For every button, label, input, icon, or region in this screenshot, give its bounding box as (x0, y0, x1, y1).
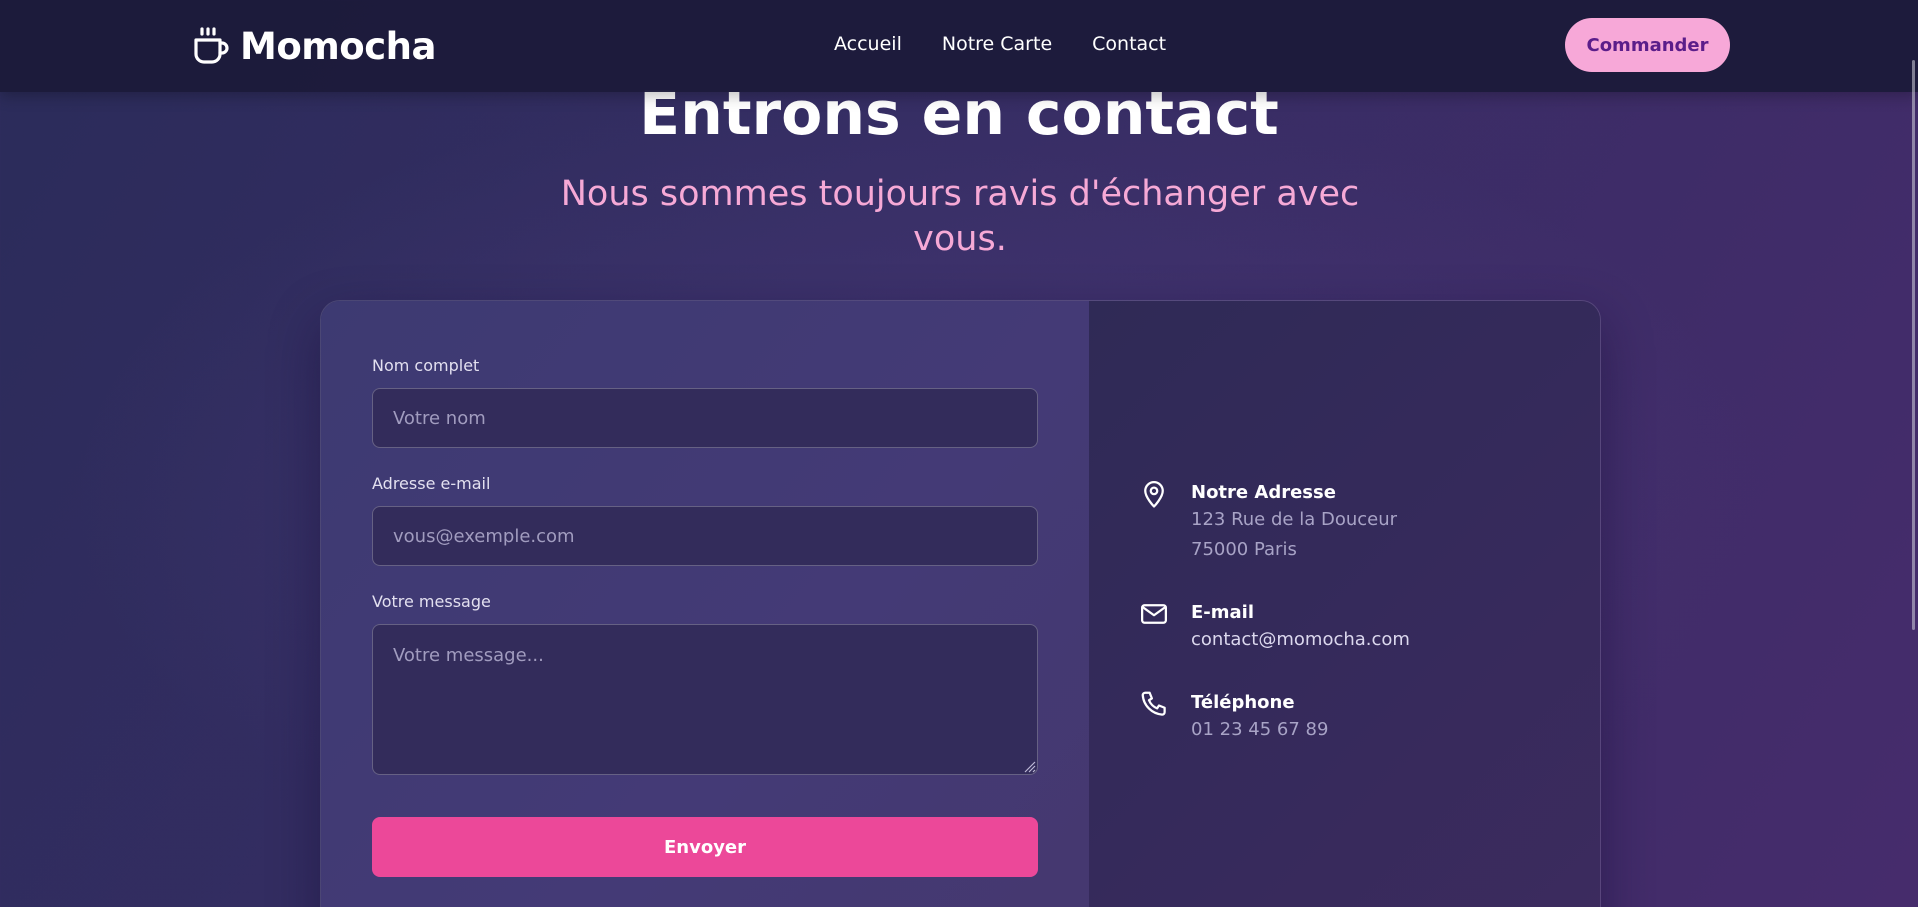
name-label: Nom complet (372, 356, 480, 375)
resize-handle-icon[interactable] (1024, 761, 1036, 773)
scrollbar[interactable] (1912, 60, 1915, 630)
submit-button[interactable]: Envoyer (372, 817, 1038, 877)
mail-icon (1141, 604, 1167, 624)
contact-form: Nom complet Adresse e-mail Votre message… (321, 301, 1089, 907)
address-line-2: 75000 Paris (1191, 539, 1297, 560)
name-input[interactable] (372, 388, 1038, 448)
nav-link-notre-carte[interactable]: Notre Carte (942, 33, 1052, 55)
address-block: Notre Adresse 123 Rue de la Douceur 7500… (1139, 481, 1397, 565)
message-label: Votre message (372, 592, 491, 611)
order-button[interactable]: Commander (1565, 18, 1730, 72)
phone-block: Téléphone 01 23 45 67 89 (1139, 691, 1328, 745)
contact-info-panel: Notre Adresse 123 Rue de la Douceur 7500… (1089, 301, 1600, 907)
phone-icon (1141, 691, 1166, 716)
main-nav: Accueil Notre Carte Contact (834, 33, 1166, 55)
message-textarea[interactable] (372, 624, 1038, 775)
page-subtitle: Nous sommes toujours ravis d'échanger av… (560, 174, 1360, 259)
map-pin-icon (1144, 481, 1164, 508)
brand-name: Momocha (240, 24, 436, 68)
email-title: E-mail (1191, 602, 1255, 623)
phone-title: Téléphone (1191, 692, 1295, 713)
coffee-cup-icon (194, 27, 229, 64)
address-title: Notre Adresse (1191, 482, 1336, 503)
phone-number[interactable]: 01 23 45 67 89 (1191, 715, 1328, 745)
email-address-link[interactable]: contact@momocha.com (1191, 625, 1410, 655)
address-line-1: 123 Rue de la Douceur (1191, 509, 1398, 530)
contact-card: Nom complet Adresse e-mail Votre message… (320, 300, 1601, 907)
top-navigation-bar: Momocha Accueil Notre Carte Contact Comm… (0, 0, 1918, 92)
email-block: E-mail contact@momocha.com (1139, 601, 1410, 655)
email-label: Adresse e-mail (372, 474, 491, 493)
brand-logo[interactable]: Momocha (192, 24, 436, 68)
nav-link-contact[interactable]: Contact (1092, 33, 1166, 55)
email-input[interactable] (372, 506, 1038, 566)
nav-link-accueil[interactable]: Accueil (834, 33, 902, 55)
